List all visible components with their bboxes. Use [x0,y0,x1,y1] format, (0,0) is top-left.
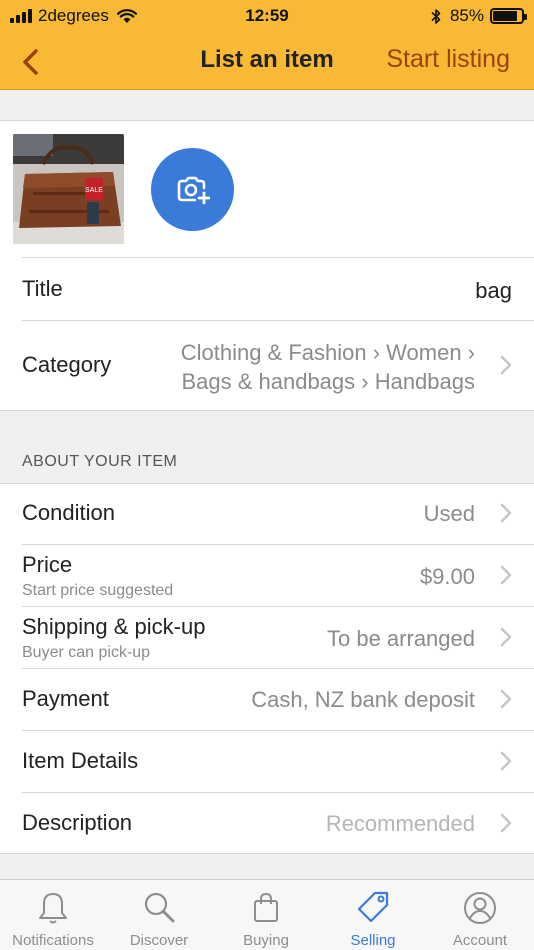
title-label: Title [22,276,63,301]
chevron-right-icon [500,565,512,585]
item-photo-thumbnail[interactable]: SALE [13,134,124,244]
tab-notifications-label: Notifications [12,932,94,949]
tab-buying[interactable]: Buying [213,880,319,950]
tab-buying-label: Buying [243,932,289,949]
shipping-label: Shipping & pick-up [22,614,206,639]
description-value: Recommended [325,811,475,836]
search-icon [144,892,175,923]
add-photo-icon [177,176,210,204]
tab-selling[interactable]: Selling [320,880,426,950]
condition-row[interactable]: Condition Used [0,483,534,544]
category-path-line-1: Clothing & Fashion › Women › [180,340,475,365]
item-details-row[interactable]: Item Details [0,730,534,792]
title-value[interactable]: bag [475,278,512,304]
item-details-label: Item Details [22,748,139,773]
description-label: Description [22,810,133,835]
section-header-about: ABOUT YOUR ITEM [0,410,534,483]
payment-row[interactable]: Payment Cash, NZ bank deposit [0,668,534,730]
chevron-right-icon [500,813,512,833]
bell-icon [39,893,67,924]
tab-account-label: Account [452,932,508,949]
chevron-right-icon [500,751,512,771]
condition-label: Condition [22,500,115,525]
price-row[interactable]: Price Start price suggested $9.00 [0,544,534,606]
description-row[interactable]: Description Recommended [0,792,534,854]
photo-section: SALE [0,120,534,257]
user-circle-icon [464,892,496,924]
category-path-line-2: Bags & handbags › Handbags [181,369,475,394]
start-listing-button[interactable]: Start listing [386,45,510,74]
price-label: Price [22,552,73,577]
shipping-row[interactable]: Shipping & pick-up Buyer can pick-up To … [0,606,534,668]
status-bar: 2degrees 12:59 85% [0,0,534,32]
payment-label: Payment [22,686,109,711]
sale-tag-label: SALE [85,187,103,194]
battery-icon [490,8,527,24]
navigation-bar: List an item Start listing [0,32,534,90]
payment-value: Cash, NZ bank deposit [251,687,475,712]
bluetooth-icon [431,8,441,24]
category-label: Category [22,352,112,377]
chevron-right-icon [500,627,512,647]
tab-selling-label: Selling [350,932,396,949]
shopping-bag-icon [254,892,278,922]
chevron-right-icon [500,355,512,375]
chevron-right-icon [500,503,512,523]
price-value: $9.00 [419,564,475,589]
tab-discover-label: Discover [129,932,189,949]
category-row[interactable]: Category Clothing & Fashion › Women › Ba… [0,320,534,410]
battery-percent: 85% [449,6,484,25]
condition-value: Used [423,501,475,526]
tab-discover[interactable]: Discover [106,880,212,950]
shipping-sublabel: Buyer can pick-up [22,644,151,661]
tab-notifications[interactable]: Notifications [0,880,106,950]
category-value: Clothing & Fashion › Women › Bags & hand… [181,338,475,396]
chevron-right-icon [500,689,512,709]
shipping-value: To be arranged [327,626,475,651]
status-right: 85% [430,6,527,26]
section-header-label: ABOUT YOUR ITEM [22,453,178,470]
tab-account[interactable]: Account [427,880,533,950]
handbag-photo: SALE [13,134,124,244]
tab-bar: Notifications Discover Buying Selling Ac… [0,879,534,950]
price-tag-icon [357,891,389,923]
price-sublabel: Start price suggested [22,582,174,599]
title-row[interactable]: Title bag [0,257,534,320]
add-photo-button[interactable] [151,148,234,231]
